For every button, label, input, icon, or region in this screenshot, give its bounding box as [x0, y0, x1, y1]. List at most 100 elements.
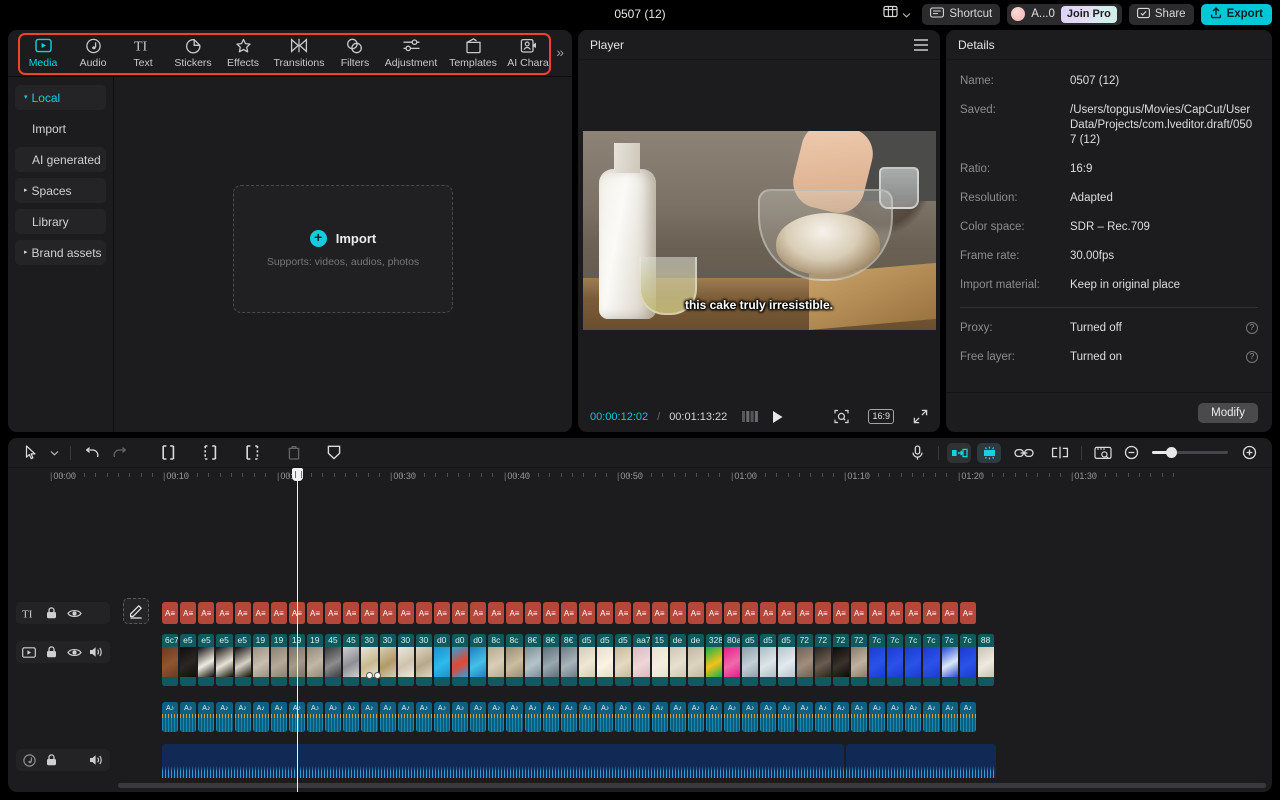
audio-clip[interactable]: A♪: [959, 702, 977, 732]
help-icon[interactable]: ?: [1246, 351, 1258, 363]
video-clip[interactable]: 19: [270, 634, 288, 686]
help-icon[interactable]: ?: [1246, 322, 1258, 334]
audio-clip[interactable]: A♪: [506, 702, 524, 732]
video-clip[interactable]: 72: [850, 634, 869, 686]
text-clip[interactable]: A≡: [651, 602, 669, 624]
audio-clip[interactable]: A♪: [869, 702, 887, 732]
audio-clip[interactable]: A♪: [905, 702, 923, 732]
video-clip[interactable]: d0: [452, 634, 470, 686]
sidebar-item-ai-generated[interactable]: AI generated: [15, 147, 106, 172]
text-clip[interactable]: A≡: [542, 602, 560, 624]
music-clip[interactable]: [846, 744, 996, 778]
text-clip[interactable]: A≡: [325, 602, 343, 624]
audio-clip[interactable]: A♪: [850, 702, 869, 732]
video-clip[interactable]: 8c: [506, 634, 524, 686]
audio-clip[interactable]: A♪: [941, 702, 959, 732]
lock-icon[interactable]: [42, 754, 62, 766]
video-clip[interactable]: 72: [814, 634, 832, 686]
video-clip[interactable]: e5: [216, 634, 234, 686]
audio-clip[interactable]: A♪: [343, 702, 361, 732]
audio-clip[interactable]: A♪: [923, 702, 941, 732]
audio-clip[interactable]: A♪: [524, 702, 542, 732]
audio-clip[interactable]: A♪: [633, 702, 651, 732]
text-clip[interactable]: A≡: [724, 602, 742, 624]
audio-clip[interactable]: A♪: [252, 702, 270, 732]
tab-ai-character[interactable]: AI Chara: [504, 32, 552, 74]
keyframe-dot[interactable]: [374, 672, 381, 679]
audio-clip[interactable]: A♪: [361, 702, 379, 732]
audio-clip[interactable]: A♪: [488, 702, 506, 732]
text-clip[interactable]: A≡: [597, 602, 615, 624]
text-clip[interactable]: A≡: [433, 602, 452, 624]
video-clip[interactable]: d0: [470, 634, 488, 686]
text-clip[interactable]: A≡: [814, 602, 832, 624]
text-clip[interactable]: A≡: [488, 602, 506, 624]
text-clip[interactable]: A≡: [452, 602, 470, 624]
microphone-icon[interactable]: [904, 442, 930, 464]
aspect-ratio-button[interactable]: 16:9: [868, 409, 894, 424]
audio-clip[interactable]: A♪: [162, 702, 180, 732]
text-clip[interactable]: A≡: [941, 602, 959, 624]
text-clip[interactable]: A≡: [687, 602, 705, 624]
eye-icon[interactable]: [64, 608, 84, 619]
lock-icon[interactable]: [42, 607, 62, 619]
tab-filters[interactable]: Filters: [330, 32, 380, 74]
modify-button[interactable]: Modify: [1198, 402, 1258, 423]
video-clip[interactable]: d5: [760, 634, 778, 686]
video-clip[interactable]: 15: [651, 634, 669, 686]
video-preview[interactable]: this cake truly irresistible.: [582, 130, 936, 330]
play-icon[interactable]: [771, 410, 784, 424]
video-clip[interactable]: 7c: [959, 634, 977, 686]
audio-clip[interactable]: A♪: [270, 702, 288, 732]
video-clip[interactable]: 72: [832, 634, 850, 686]
audio-clip[interactable]: A♪: [724, 702, 742, 732]
account-button[interactable]: A...0 Join Pro: [1007, 3, 1122, 25]
text-clip[interactable]: A≡: [162, 602, 180, 624]
zoom-slider[interactable]: [1152, 447, 1228, 458]
eye-icon[interactable]: [64, 647, 84, 658]
video-clip[interactable]: 30: [397, 634, 415, 686]
sidebar-item-library[interactable]: Library: [15, 209, 106, 234]
text-clip[interactable]: A≡: [887, 602, 905, 624]
video-clip[interactable]: 7c: [923, 634, 941, 686]
import-dropzone[interactable]: + Import Supports: videos, audios, photo…: [233, 185, 453, 313]
video-clip[interactable]: 19: [288, 634, 307, 686]
text-clip[interactable]: A≡: [470, 602, 488, 624]
audio-clip[interactable]: A♪: [887, 702, 905, 732]
text-clip[interactable]: A≡: [633, 602, 651, 624]
video-clip[interactable]: 3288: [705, 634, 724, 686]
video-clip[interactable]: d5: [778, 634, 796, 686]
audio-clip[interactable]: A♪: [180, 702, 198, 732]
text-clip[interactable]: A≡: [234, 602, 252, 624]
text-clip[interactable]: A≡: [850, 602, 869, 624]
tab-media[interactable]: Media: [18, 32, 68, 74]
volume-icon[interactable]: [87, 646, 107, 658]
audio-clip[interactable]: A♪: [234, 702, 252, 732]
video-clip[interactable]: d0: [433, 634, 452, 686]
audio-clip[interactable]: A♪: [452, 702, 470, 732]
text-clip[interactable]: A≡: [760, 602, 778, 624]
video-clip[interactable]: e5: [180, 634, 198, 686]
text-clip[interactable]: A≡: [343, 602, 361, 624]
volume-icon[interactable]: [87, 754, 107, 766]
video-clip[interactable]: d5: [742, 634, 760, 686]
edit-clip-button[interactable]: [123, 598, 149, 624]
trim-left-icon[interactable]: [197, 442, 223, 464]
link-icon[interactable]: [1011, 442, 1037, 464]
video-clip[interactable]: 19: [252, 634, 270, 686]
text-clip[interactable]: A≡: [615, 602, 633, 624]
audio-clip[interactable]: A♪: [397, 702, 415, 732]
sidebar-item-brand-assets[interactable]: ▸ Brand assets: [15, 240, 106, 265]
audio-clip[interactable]: A♪: [415, 702, 433, 732]
video-clip[interactable]: de: [669, 634, 687, 686]
video-clip[interactable]: 88: [977, 634, 995, 686]
export-button[interactable]: Export: [1200, 3, 1272, 25]
audio-clip[interactable]: A♪: [597, 702, 615, 732]
zoom-in-icon[interactable]: [1236, 442, 1262, 464]
text-clip[interactable]: A≡: [560, 602, 578, 624]
audio-clip[interactable]: A♪: [325, 702, 343, 732]
auto-cut-icon[interactable]: [977, 442, 1001, 463]
text-clip[interactable]: A≡: [270, 602, 288, 624]
audio-clip[interactable]: A♪: [615, 702, 633, 732]
text-clip[interactable]: A≡: [832, 602, 850, 624]
